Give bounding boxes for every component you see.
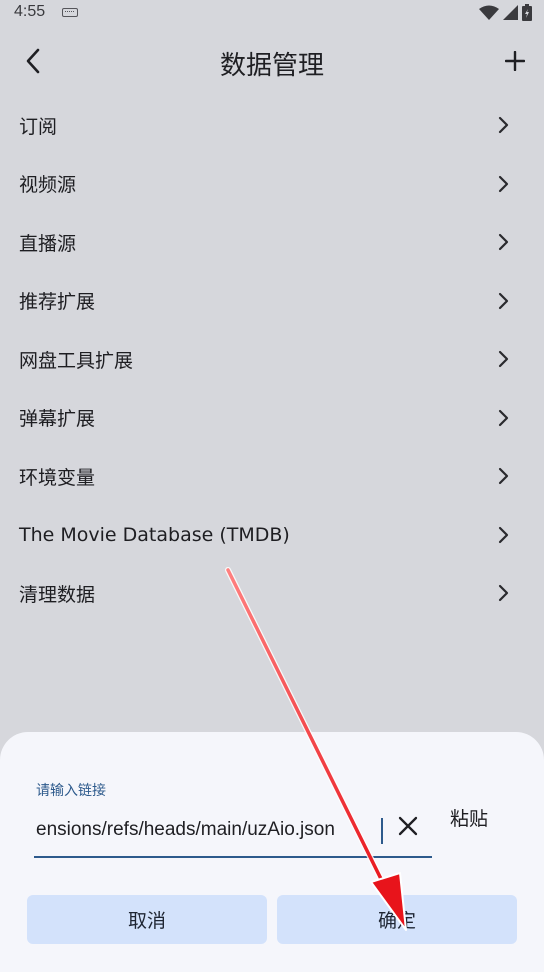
menu-item-clear-data[interactable]: 清理数据 [0, 564, 544, 623]
menu-item-label: 环境变量 [19, 466, 96, 489]
menu-item-cloud-drive-extension[interactable]: 网盘工具扩展 [0, 330, 544, 389]
menu-item-label: 推荐扩展 [19, 291, 96, 314]
link-field-label: 请输入链接 [36, 783, 106, 799]
menu-item-label: 直播源 [19, 232, 77, 255]
plus-icon [505, 51, 525, 71]
page-title: 数据管理 [219, 51, 324, 81]
status-bar: 4:55 [0, 0, 544, 28]
menu-list: 订阅 视频源 直播源 推荐扩展 网盘工具扩展 弹幕扩展 环境变量 The Mov… [0, 96, 544, 623]
chevron-right-icon [498, 175, 509, 192]
wifi-icon [479, 5, 499, 20]
battery-icon [522, 4, 532, 21]
link-field-underline [34, 856, 432, 858]
clear-icon[interactable] [396, 814, 420, 838]
status-time: 4:55 [14, 3, 46, 20]
menu-item-danmaku-extension[interactable]: 弹幕扩展 [0, 389, 544, 448]
chevron-right-icon [498, 409, 509, 426]
menu-item-label: 订阅 [19, 115, 58, 138]
chevron-right-icon [498, 526, 509, 543]
cancel-button[interactable]: 取消 [27, 895, 267, 944]
menu-item-environment-variables[interactable]: 环境变量 [0, 447, 544, 506]
status-icons [479, 4, 532, 21]
chevron-right-icon [498, 117, 509, 134]
app-bar: 数据管理 [0, 30, 544, 94]
menu-item-video-source[interactable]: 视频源 [0, 155, 544, 214]
menu-item-label: 网盘工具扩展 [19, 349, 134, 372]
menu-item-label: 视频源 [19, 174, 77, 197]
menu-item-recommend-extension[interactable]: 推荐扩展 [0, 272, 544, 331]
link-input-sheet: 请输入链接 粘贴 取消 确定 [0, 732, 544, 972]
link-input[interactable] [36, 816, 381, 844]
signal-icon [503, 5, 518, 20]
keyboard-icon [62, 8, 78, 17]
paste-button[interactable]: 粘贴 [450, 804, 488, 831]
menu-item-label: 清理数据 [19, 583, 96, 606]
chevron-right-icon [498, 351, 509, 368]
chevron-right-icon [498, 468, 509, 485]
text-caret [381, 818, 383, 844]
menu-item-label: The Movie Database (TMDB) [19, 523, 290, 546]
chevron-right-icon [498, 585, 509, 602]
menu-item-subscription[interactable]: 订阅 [0, 96, 544, 155]
chevron-right-icon [498, 292, 509, 309]
confirm-button[interactable]: 确定 [277, 895, 517, 944]
menu-item-live-source[interactable]: 直播源 [0, 213, 544, 272]
chevron-right-icon [498, 234, 509, 251]
menu-item-tmdb[interactable]: The Movie Database (TMDB) [0, 506, 544, 565]
add-button[interactable] [498, 44, 532, 78]
menu-item-label: 弹幕扩展 [19, 408, 96, 431]
